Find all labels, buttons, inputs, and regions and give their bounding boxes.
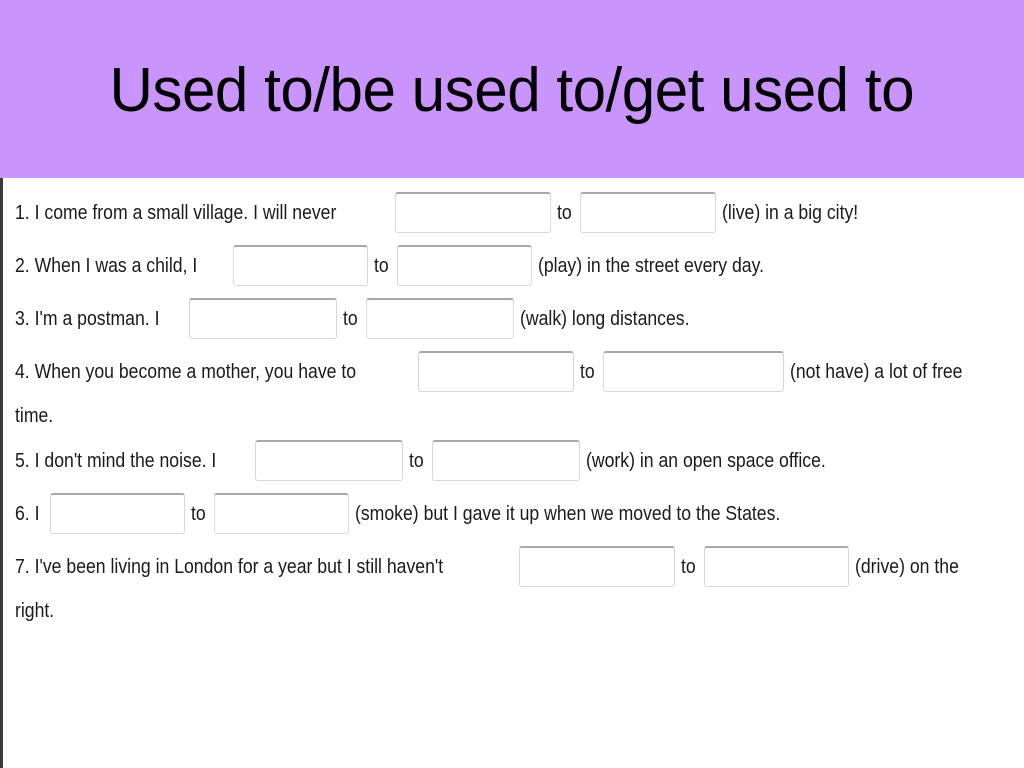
- exercise-6-text-after: (smoke) but I gave it up when we moved t…: [354, 501, 780, 525]
- exercise-6-text-before: 6. I: [15, 501, 40, 525]
- exercise-7-blank-1[interactable]: [518, 546, 675, 587]
- page-title: Used to/be used to/get used to: [109, 56, 915, 125]
- exercise-5-connector: to: [409, 448, 424, 472]
- exercise-3-text-after: (walk) long distances.: [520, 306, 690, 330]
- exercise-row-6: 6. I to (smoke) but I gave it up when we…: [15, 493, 1014, 534]
- exercise-5-text-after: (work) in an open space office.: [586, 448, 826, 472]
- exercise-row-5: 5. I don't mind the noise. I to (work) i…: [15, 440, 1014, 481]
- exercise-6-blank-2[interactable]: [213, 493, 349, 534]
- exercise-4-connector: to: [579, 359, 595, 383]
- exercise-1-connector: to: [556, 200, 572, 224]
- exercise-5-blank-2[interactable]: [432, 440, 581, 481]
- title-banner: Used to/be used to/get used to: [0, 0, 1024, 178]
- exercise-4-wrap-text: time.: [15, 404, 54, 427]
- exercise-1-blank-1[interactable]: [394, 192, 551, 233]
- exercise-row-4: 4. When you become a mother, you have to…: [15, 351, 1014, 392]
- exercise-7-connector: to: [680, 554, 696, 578]
- exercise-3-text-before: 3. I'm a postman. I: [15, 306, 160, 330]
- exercise-7-wrap-line: right.: [15, 599, 1014, 623]
- exercise-row-2: 2. When I was a child, I to (play) in th…: [15, 245, 1014, 286]
- exercise-5-text-before: 5. I don't mind the noise. I: [15, 448, 217, 472]
- exercise-4-text-before: 4. When you become a mother, you have to: [15, 359, 357, 383]
- slide: Used to/be used to/get used to 1. I come…: [0, 0, 1024, 768]
- exercise-7-blank-2[interactable]: [703, 546, 849, 587]
- exercise-row-7: 7. I've been living in London for a year…: [15, 546, 1014, 587]
- exercise-2-text-after: (play) in the street every day.: [538, 253, 765, 277]
- exercise-1-blank-2[interactable]: [579, 192, 716, 233]
- exercise-4-blank-1[interactable]: [417, 351, 574, 392]
- exercise-7-text-before: 7. I've been living in London for a year…: [15, 554, 444, 578]
- worksheet-body: 1. I come from a small village. I will n…: [0, 178, 1024, 768]
- exercise-4-blank-2[interactable]: [602, 351, 784, 392]
- exercise-row-1: 1. I come from a small village. I will n…: [15, 192, 1014, 233]
- exercise-4-wrap-line: time.: [15, 404, 1014, 428]
- exercise-7-wrap-text: right.: [15, 599, 55, 622]
- exercise-7-text-after: (drive) on the: [854, 554, 959, 578]
- exercise-2-blank-2[interactable]: [397, 245, 533, 286]
- exercise-3-blank-1[interactable]: [188, 298, 337, 339]
- exercise-5-blank-1[interactable]: [255, 440, 404, 481]
- exercise-1-text-before: 1. I come from a small village. I will n…: [15, 200, 337, 224]
- exercise-1-text-after: (live) in a big city!: [721, 200, 858, 224]
- exercise-2-connector: to: [373, 253, 389, 277]
- exercise-2-blank-1[interactable]: [232, 245, 368, 286]
- exercise-2-text-before: 2. When I was a child, I: [15, 253, 198, 277]
- exercise-6-connector: to: [190, 501, 206, 525]
- exercise-row-3: 3. I'm a postman. I to (walk) long dista…: [15, 298, 1014, 339]
- exercise-3-connector: to: [342, 306, 358, 330]
- exercise-4-text-after: (not have) a lot of free: [789, 359, 963, 383]
- exercise-6-blank-1[interactable]: [49, 493, 185, 534]
- exercise-3-blank-2[interactable]: [366, 298, 515, 339]
